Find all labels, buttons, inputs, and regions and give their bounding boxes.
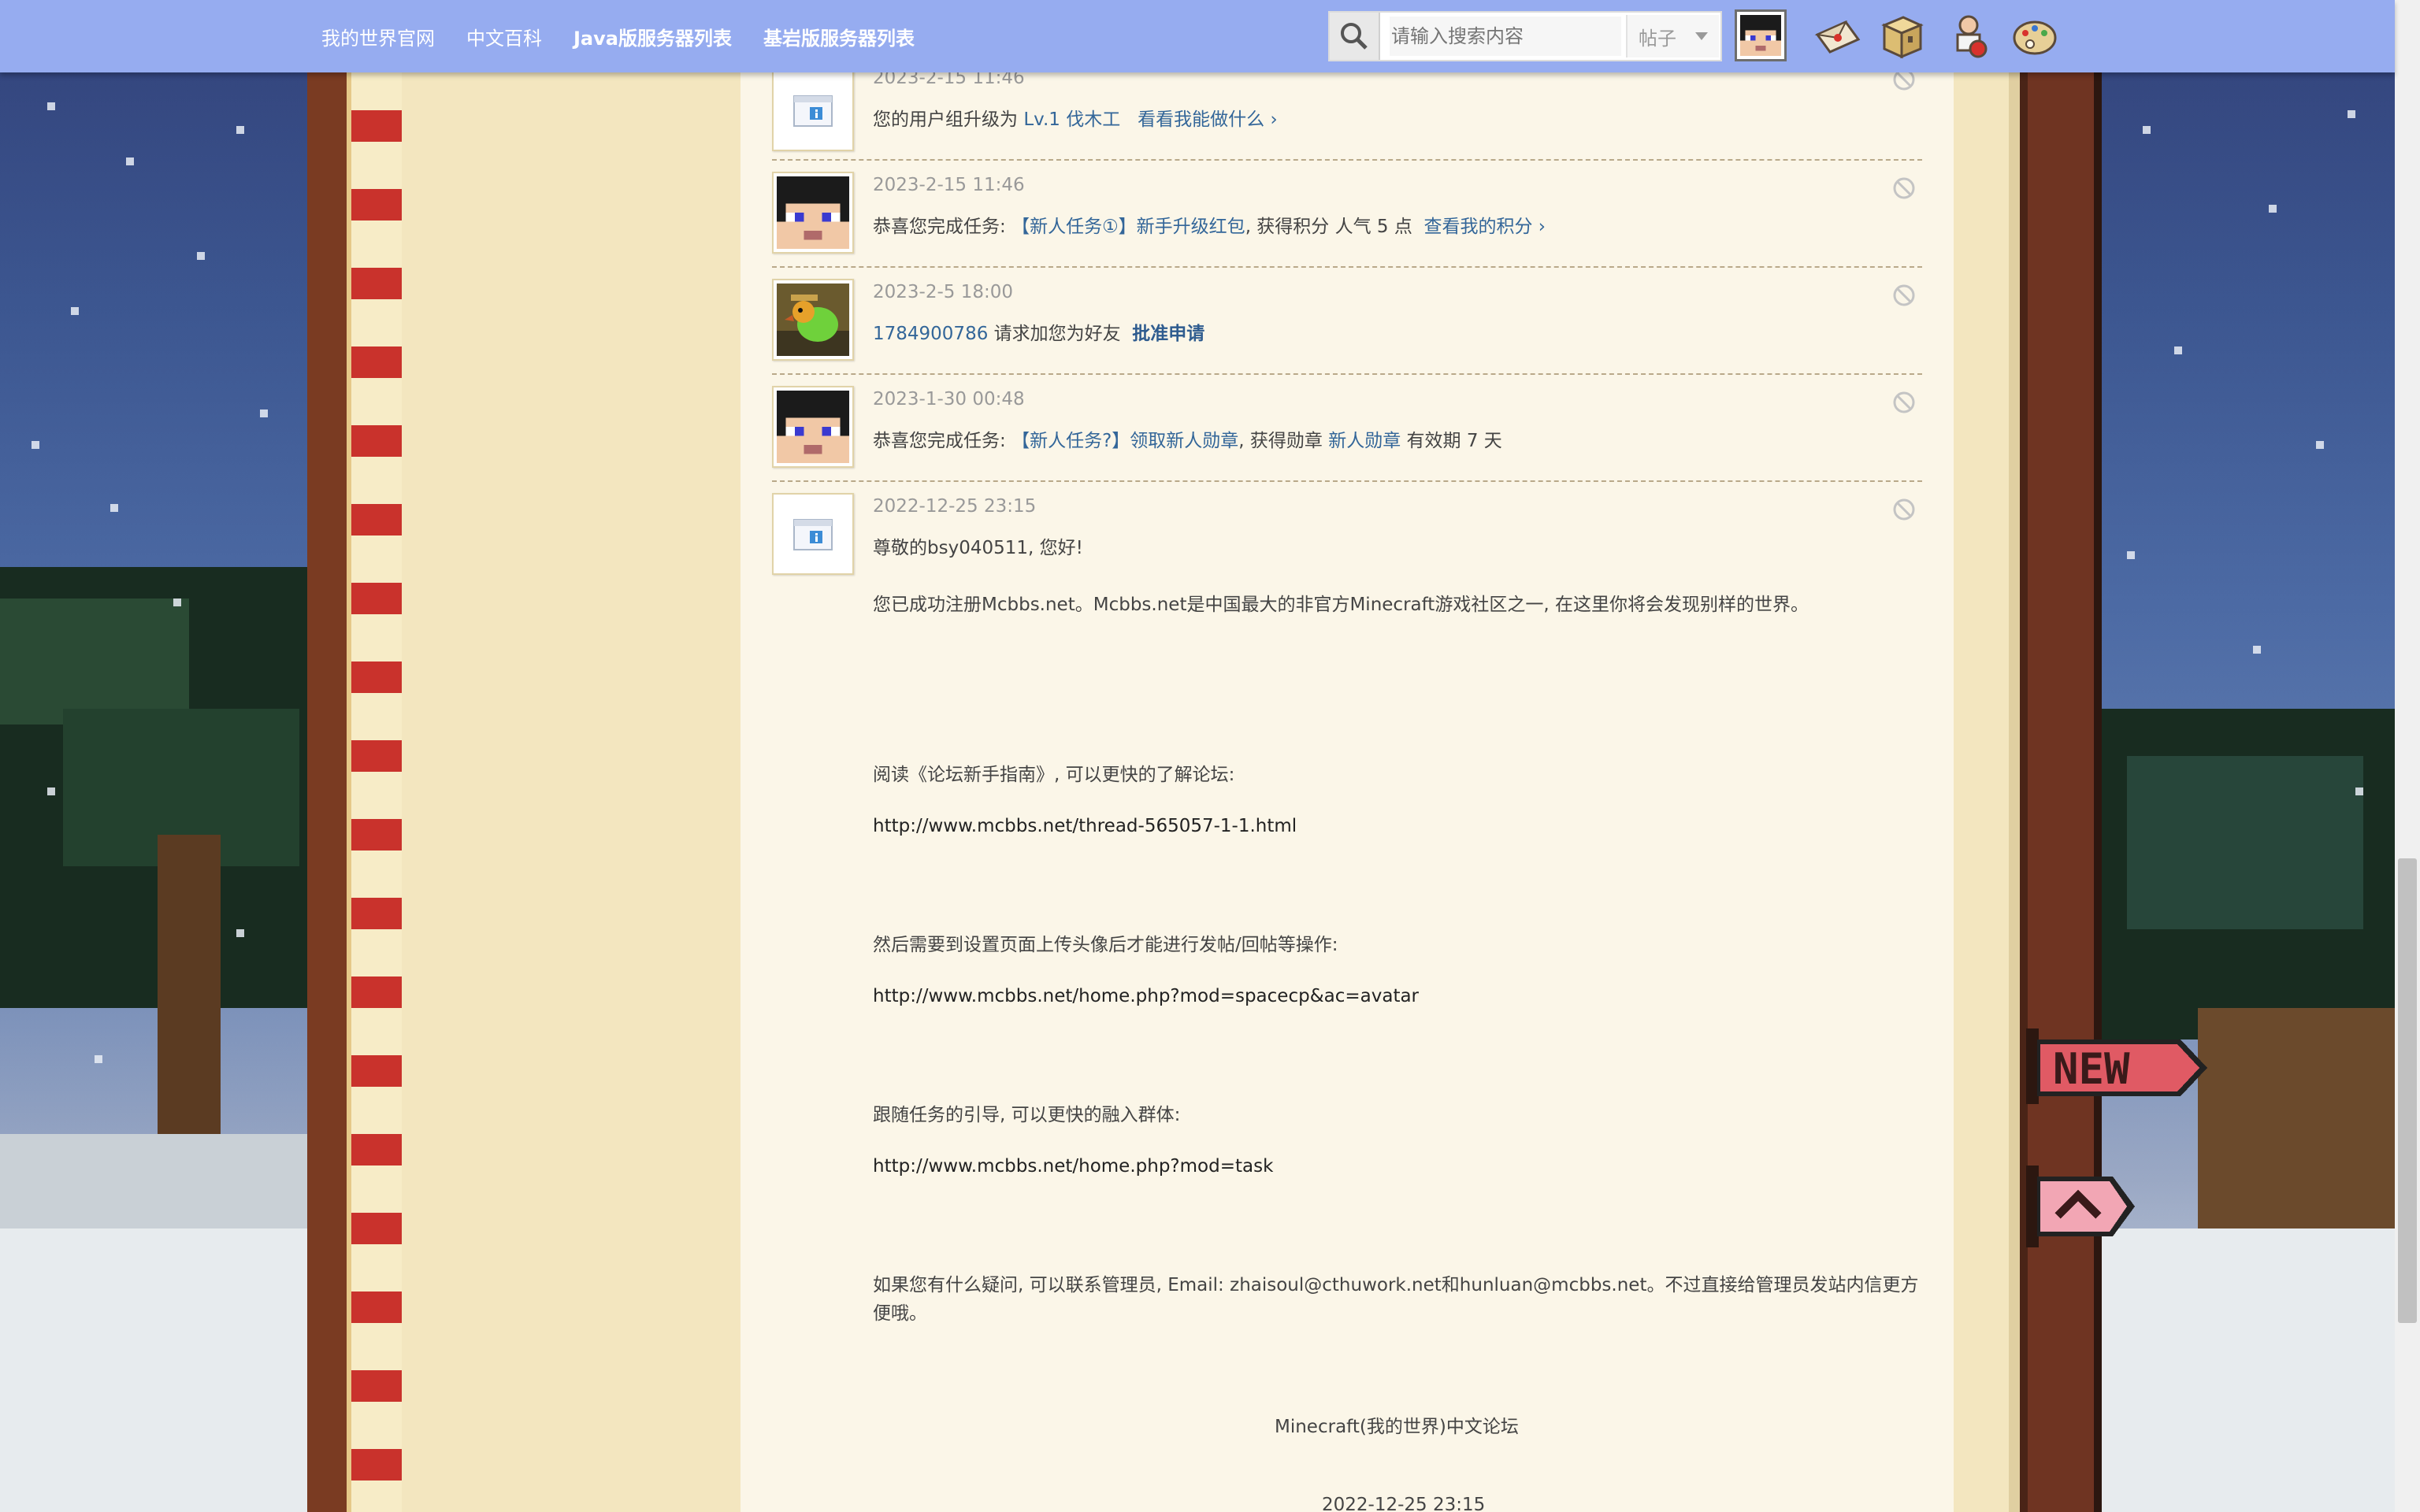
search-button[interactable] — [1330, 13, 1380, 60]
approve-request-link[interactable]: 批准申请 — [1132, 324, 1204, 344]
page-scrollbar-thumb[interactable] — [2398, 858, 2417, 1323]
steve-avatar — [777, 391, 849, 463]
signature: Minecraft(我的世界)中文论坛 — [1275, 1417, 1519, 1437]
potion-button[interactable] — [1943, 11, 1995, 63]
nav-links: 我的世界官网 中文百科 Java版服务器列表 基岩版服务器列表 — [321, 0, 946, 72]
ignore-notice-icon[interactable] — [1892, 284, 1916, 307]
what-can-i-do-link[interactable]: 看看我能做什么 › — [1138, 109, 1278, 130]
task-guide-label: 跟随任务的引导, 可以更快的融入群体: — [873, 1105, 1181, 1125]
notice-text: 恭喜您完成任务: 【新人任务?】领取新人勋章, 获得勋章 新人勋章 有效期 7 … — [873, 425, 1502, 452]
signature-date: 2022-12-25 23:15 — [1322, 1495, 1486, 1512]
parrot-avatar — [777, 284, 849, 356]
friend-request-user-link[interactable]: 1784900786 — [873, 324, 988, 344]
search-scope-select[interactable]: 帖子 — [1626, 15, 1719, 57]
usergroup-link[interactable]: Lv.1 伐木工 — [1023, 109, 1120, 130]
notice-time: 2023-2-5 18:00 — [873, 282, 1013, 302]
guide-url-link[interactable]: http://www.mcbbs.net/thread-565057-1-1.h… — [873, 816, 1297, 836]
welcome-intro: 您已成功注册Mcbbs.net。Mcbbs.net是中国最大的非官方Minecr… — [873, 595, 1809, 615]
sidebar-area — [402, 0, 740, 1512]
notice-item: 2023-2-15 11:46 恭喜您完成任务: 【新人任务①】新手升级红包, … — [772, 159, 1922, 268]
task-url-link[interactable]: http://www.mcbbs.net/home.php?mod=task — [873, 1156, 1273, 1177]
avatar-upload-label: 然后需要到设置页面上传头像后才能进行发帖/回帖等操作: — [873, 935, 1338, 955]
new-posts-badge[interactable]: NEW — [2026, 1028, 2207, 1107]
ignore-notice-icon[interactable] — [1892, 498, 1916, 521]
user-avatar-button[interactable] — [1735, 9, 1787, 61]
palette-icon — [2013, 20, 2057, 55]
notice-text-part — [1120, 109, 1138, 130]
chest-button[interactable] — [1876, 11, 1928, 63]
notice-text-part: 恭喜您完成任务: — [873, 431, 1012, 451]
chevron-down-icon — [1695, 32, 1708, 40]
notice-text-part: , 获得积分 人气 5 点 — [1245, 217, 1424, 237]
chest-icon — [1881, 16, 1924, 59]
notice-text-part: 有效期 7 天 — [1401, 431, 1502, 451]
notice-text-part: , 获得勋章 — [1238, 431, 1329, 451]
left-decorative-stripe — [347, 0, 406, 1512]
search-icon — [1341, 23, 1368, 50]
nav-wiki[interactable]: 中文百科 — [466, 23, 542, 50]
back-to-top-icon — [2026, 1166, 2135, 1247]
search-input[interactable] — [1390, 17, 1621, 56]
task-link[interactable]: 【新人任务?】领取新人勋章 — [1011, 431, 1238, 451]
notice-text-part: 您的用户组升级为 — [873, 109, 1024, 130]
steve-avatar-icon — [1740, 15, 1781, 56]
contact-text-line1: 如果您有什么疑问, 可以联系管理员, Email: zhaisoul@cthuw… — [873, 1275, 1919, 1295]
palette-button[interactable] — [2009, 11, 2061, 63]
view-credits-link[interactable]: 查看我的积分 › — [1424, 217, 1546, 237]
search-box: 帖子 — [1328, 11, 1722, 61]
right-frame — [2020, 0, 2102, 1512]
notice-text: 恭喜您完成任务: 【新人任务①】新手升级红包, 获得积分 人气 5 点 查看我的… — [873, 211, 1546, 238]
notice-avatar — [772, 69, 854, 151]
new-badge-label: NEW — [2053, 1044, 2130, 1094]
steve-avatar — [777, 176, 849, 249]
notice-text: 1784900786 请求加您为好友 批准申请 — [873, 318, 1204, 345]
guide-label: 阅读《论坛新手指南》, 可以更快的了解论坛: — [873, 765, 1235, 785]
notice-text-part: 恭喜您完成任务: — [873, 217, 1012, 237]
notice-text: 您的用户组升级为 Lv.1 伐木工 看看我能做什么 › — [873, 104, 1278, 131]
notice-item: 2023-2-5 18:00 1784900786 请求加您为好友 批准申请 — [772, 266, 1922, 375]
nav-java-servers[interactable]: Java版服务器列表 — [573, 23, 732, 50]
notice-avatar — [772, 279, 854, 361]
notice-time: 2023-2-15 11:46 — [873, 175, 1025, 195]
medal-link[interactable]: 新人勋章 — [1328, 431, 1401, 451]
nav-official-site[interactable]: 我的世界官网 — [321, 23, 435, 50]
ignore-notice-icon[interactable] — [1892, 176, 1916, 200]
mail-icon — [1814, 20, 1861, 54]
notice-text-part: 请求加您为好友 — [988, 324, 1133, 344]
notice-greeting: 尊敬的bsy040511, 您好! — [873, 538, 1083, 558]
back-to-top-button[interactable] — [2026, 1166, 2136, 1247]
nav-bedrock-servers[interactable]: 基岩版服务器列表 — [763, 23, 915, 50]
notice-avatar — [772, 386, 854, 468]
contact-text-line2: 便哦。 — [873, 1303, 927, 1324]
search-scope-label: 帖子 — [1639, 27, 1676, 50]
notice-avatar — [772, 493, 854, 575]
system-info-icon — [793, 519, 833, 550]
messages-button[interactable] — [1812, 11, 1864, 63]
notice-time: 2022-12-25 23:15 — [873, 496, 1037, 517]
ignore-notice-icon[interactable] — [1892, 391, 1916, 414]
notice-time: 2023-1-30 00:48 — [873, 389, 1025, 410]
top-navigation-bar: 我的世界官网 中文百科 Java版服务器列表 基岩版服务器列表 帖子 — [0, 0, 2395, 72]
right-paper-edge — [1954, 0, 2020, 1512]
new-ribbon-icon: NEW — [2026, 1028, 2207, 1104]
avatar-upload-url-link[interactable]: http://www.mcbbs.net/home.php?mod=spacec… — [873, 986, 1419, 1006]
task-link[interactable]: 【新人任务①】新手升级红包 — [1011, 217, 1245, 237]
potion-icon — [1956, 15, 1988, 58]
notice-avatar — [772, 172, 854, 254]
system-info-icon — [793, 95, 833, 127]
notice-item: 2023-1-30 00:48 恭喜您完成任务: 【新人任务?】领取新人勋章, … — [772, 373, 1922, 482]
